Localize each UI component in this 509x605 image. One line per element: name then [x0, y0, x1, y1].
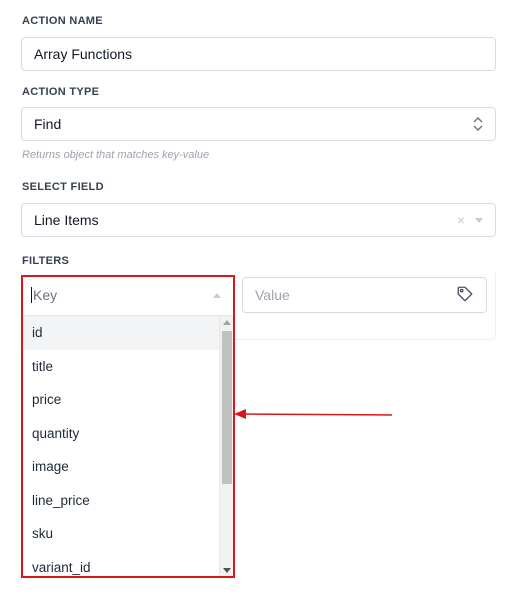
- dropdown-option-variant-id[interactable]: variant_id: [23, 551, 219, 577]
- action-type-helper-text: Returns object that matches key-value: [22, 149, 210, 161]
- dropdown-option-id[interactable]: id: [23, 316, 219, 350]
- action-name-label: ACTION NAME: [22, 15, 103, 27]
- tag-icon: [456, 285, 474, 306]
- scroll-down-arrow-icon[interactable]: [223, 568, 231, 573]
- clear-x-icon[interactable]: ×: [457, 213, 465, 227]
- dropdown-option-quantity[interactable]: quantity: [23, 417, 219, 451]
- select-field-label: SELECT FIELD: [22, 181, 104, 193]
- action-name-input[interactable]: Array Functions: [21, 37, 496, 71]
- scroll-up-arrow-icon[interactable]: [223, 320, 231, 325]
- action-type-select[interactable]: Find: [21, 107, 496, 141]
- scrollbar-thumb[interactable]: [222, 331, 232, 484]
- annotation-arrow-icon: [234, 409, 393, 419]
- dropdown-option-price[interactable]: price: [23, 383, 219, 417]
- select-field-select[interactable]: Line Items ×: [21, 203, 496, 237]
- dropdown-option-image[interactable]: image: [23, 450, 219, 484]
- text-cursor: [31, 287, 32, 303]
- select-field-value: Line Items: [34, 212, 99, 228]
- filter-key-dropdown-menu[interactable]: id title price quantity image line_price…: [23, 315, 233, 576]
- action-type-label: ACTION TYPE: [22, 86, 100, 98]
- filter-value-placeholder: Value: [255, 287, 290, 303]
- dropdown-options-list: id title price quantity image line_price…: [23, 316, 219, 576]
- action-type-value: Find: [34, 116, 62, 132]
- filter-key-select[interactable]: Key id title price quantity image line_p…: [21, 275, 235, 578]
- dropdown-option-sku[interactable]: sku: [23, 517, 219, 551]
- action-name-value: Array Functions: [34, 46, 133, 62]
- filters-label: FILTERS: [22, 255, 70, 267]
- caret-up-icon[interactable]: [213, 292, 221, 298]
- dropdown-option-line-price[interactable]: line_price: [23, 484, 219, 518]
- dropdown-scrollbar[interactable]: [219, 316, 233, 576]
- filter-key-placeholder: Key: [33, 287, 58, 303]
- caret-down-icon[interactable]: [475, 217, 483, 223]
- up-down-chevrons-icon: [473, 117, 483, 131]
- dropdown-option-title[interactable]: title: [23, 350, 219, 384]
- filter-key-input[interactable]: Key: [23, 277, 233, 313]
- filter-value-input[interactable]: Value: [242, 277, 487, 313]
